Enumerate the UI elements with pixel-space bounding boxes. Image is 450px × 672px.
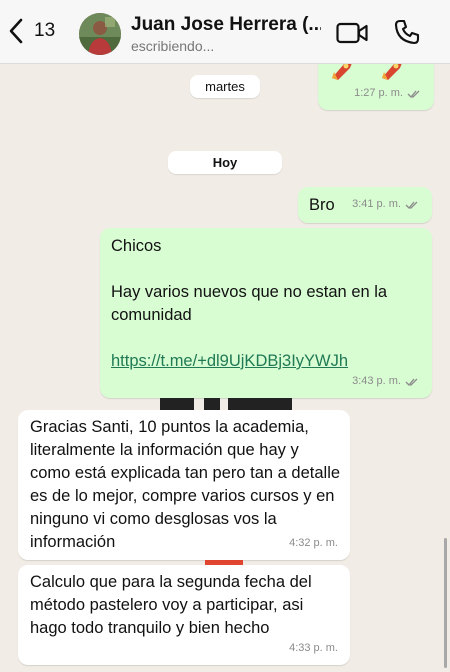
read-receipt-icon: [407, 90, 420, 98]
scrollbar[interactable]: [444, 538, 447, 668]
chevron-left-icon: [9, 18, 23, 44]
message-meta: 3:41 p. m.: [352, 193, 420, 216]
message-bubble[interactable]: Chicos Hay varios nuevos que no estan en…: [100, 228, 432, 398]
rocket-sticker-icon: [332, 64, 352, 80]
wallpaper-fragment: [204, 398, 220, 410]
message-bubble[interactable]: Bro 3:41 p. m.: [298, 187, 432, 223]
message-meta: 3:43 p. m.: [352, 370, 420, 393]
message-text: Chicos: [111, 237, 162, 255]
read-receipt-icon: [405, 378, 418, 386]
avatar-photo: [79, 13, 121, 55]
date-separator: Hoy: [168, 151, 282, 174]
message-meta: 1:27 p. m.: [354, 82, 422, 105]
rocket-sticker-icon: [382, 64, 402, 80]
message-time: 4:33 p. m.: [289, 642, 338, 654]
contact-name[interactable]: Juan Jose Herrera (...: [131, 14, 321, 36]
message-time: 1:27 p. m.: [354, 87, 403, 99]
wallpaper-fragment: [160, 398, 194, 410]
typing-status: escribiendo...: [131, 38, 215, 54]
video-call-icon[interactable]: [336, 22, 368, 44]
message-bubble-sticker[interactable]: 1:27 p. m.: [318, 64, 434, 110]
chat-header: 13 Juan Jose Herrera (... escribiendo...: [0, 0, 450, 64]
message-meta: 4:33 p. m.: [289, 637, 338, 660]
phone-icon[interactable]: [394, 19, 420, 45]
unread-count: 13: [34, 20, 56, 41]
message-bubble[interactable]: Gracias Santi, 10 puntos la academia, li…: [18, 410, 350, 560]
avatar[interactable]: [79, 13, 121, 55]
message-meta: 4:32 p. m.: [289, 532, 338, 555]
message-text: Bro: [309, 196, 335, 214]
message-time: 3:41 p. m.: [352, 198, 401, 210]
message-time: 4:32 p. m.: [289, 537, 338, 549]
message-text: Hay varios nuevos que no estan en la com…: [111, 283, 388, 324]
read-receipt-icon: [405, 201, 418, 209]
wallpaper-fragment: [228, 398, 292, 410]
message-text: Calculo que para la segunda fecha del mé…: [30, 573, 312, 637]
message-list[interactable]: 1:27 p. m. martes Hoy Bro 3:41 p. m. Chi…: [0, 64, 450, 672]
date-separator: martes: [190, 75, 260, 98]
message-time: 3:43 p. m.: [352, 375, 401, 387]
message-bubble[interactable]: Calculo que para la segunda fecha del mé…: [18, 565, 350, 665]
back-button[interactable]: 13: [8, 18, 55, 44]
